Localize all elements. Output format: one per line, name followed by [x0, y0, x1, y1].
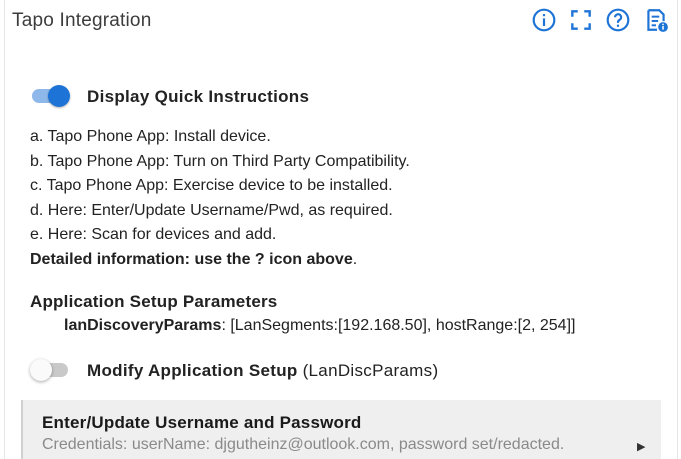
page-title: Tapo Integration — [12, 10, 152, 31]
fullscreen-icon[interactable] — [568, 7, 594, 33]
quick-instructions-toggle[interactable] — [30, 85, 70, 107]
modify-setup-toggle[interactable] — [30, 359, 70, 381]
instruction-line: c. Tapo Phone App: Exercise device to be… — [30, 177, 393, 194]
instruction-line: d. Here: Enter/Update Username/Pwd, as r… — [30, 202, 393, 219]
toggle-thumb — [48, 85, 70, 107]
app-setup-title: Application Setup Parameters — [30, 292, 278, 311]
modify-setup-label-text: Modify Application Setup — [87, 361, 298, 380]
modify-setup-label-suffix: (LanDiscParams) — [302, 361, 439, 380]
instruction-line: a. Tapo Phone App: Install device. — [30, 128, 271, 145]
param-value: : [LanSegments:[192.168.50], hostRange:[… — [221, 317, 576, 334]
page-header: Tapo Integration — [0, 0, 681, 42]
lan-discovery-param: lanDiscoveryParams: [LanSegments:[192.16… — [64, 317, 575, 335]
document-info-icon[interactable] — [643, 7, 669, 33]
instruction-line: e. Here: Scan for devices and add. — [30, 226, 277, 243]
modify-setup-label: Modify Application Setup (LanDiscParams) — [87, 361, 438, 381]
instruction-line: b. Tapo Phone App: Turn on Third Party C… — [30, 153, 410, 170]
detailed-info-text: Detailed information: use the ? icon abo… — [30, 251, 353, 268]
help-icon[interactable] — [605, 7, 631, 33]
info-icon[interactable] — [531, 7, 557, 33]
credentials-title: Enter/Update Username and Password — [42, 413, 362, 432]
expand-arrow-icon[interactable]: ▶ — [637, 440, 645, 453]
credentials-subtitle: Credentials: userName: djgutheinz@outloo… — [42, 436, 565, 453]
toggle-thumb — [30, 359, 52, 381]
quick-instructions-label: Display Quick Instructions — [87, 87, 310, 106]
param-key: lanDiscoveryParams — [64, 317, 222, 334]
credentials-panel[interactable]: Enter/Update Username and Password Crede… — [21, 400, 661, 459]
detailed-info-period: . — [352, 251, 358, 268]
detailed-info-line: Detailed information: use the ? icon abo… — [30, 251, 357, 269]
